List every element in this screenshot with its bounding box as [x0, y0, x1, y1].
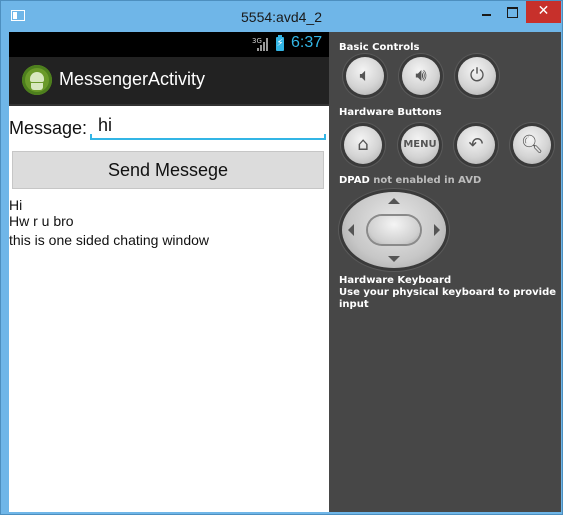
emulator-window: 5554:avd4_2 ✕ 3G 6:37 MessengerActivity …	[0, 0, 563, 515]
back-icon: ↶	[468, 134, 484, 155]
message-label: Message:	[9, 118, 88, 138]
hardware-keyboard-note: Use your physical keyboard to provide in…	[339, 287, 557, 310]
dpad-down-icon[interactable]	[388, 256, 400, 262]
dpad-note: not enabled in AVD	[373, 175, 482, 186]
chat-line: this is one sided chating window	[9, 232, 210, 248]
battery-icon	[276, 35, 284, 51]
menu-button[interactable]: MENU	[401, 126, 439, 164]
input-underline-right	[324, 134, 326, 140]
status-time: 6:37	[291, 34, 323, 51]
power-button[interactable]: ⏻	[458, 57, 496, 95]
back-button[interactable]: ↶	[457, 126, 495, 164]
volume-up-icon: 🔊︎	[415, 65, 427, 86]
close-button[interactable]: ✕	[526, 1, 561, 23]
signal-icon	[257, 37, 269, 51]
volume-down-button[interactable]: 🔈︎	[346, 57, 384, 95]
home-icon: ⌂	[357, 134, 369, 155]
android-app-icon[interactable]	[22, 65, 52, 95]
message-input[interactable]	[90, 112, 326, 140]
send-message-button[interactable]: Send Messege	[12, 151, 324, 189]
search-icon: 🔍︎	[520, 134, 544, 155]
close-icon: ✕	[537, 3, 550, 19]
chat-line: Hw r u bro	[9, 213, 74, 229]
search-button[interactable]: 🔍︎	[513, 126, 551, 164]
power-icon: ⏻	[469, 65, 485, 86]
dpad-left-icon[interactable]	[348, 224, 354, 236]
device-screen: 3G 6:37 MessengerActivity Message: Send …	[9, 32, 329, 512]
action-bar: MessengerActivity	[9, 57, 329, 106]
home-button[interactable]: ⌂	[344, 126, 382, 164]
volume-down-icon: 🔈︎	[359, 65, 371, 86]
status-bar: 3G 6:37	[9, 32, 329, 57]
dpad-right-icon[interactable]	[434, 224, 440, 236]
section-basic-controls: Basic Controls	[339, 42, 420, 53]
dpad[interactable]	[342, 192, 446, 268]
hardware-keyboard-info: Hardware Keyboard Use your physical keyb…	[339, 275, 561, 311]
dpad-title: DPAD	[339, 175, 370, 186]
section-hardware-buttons: Hardware Buttons	[339, 107, 442, 118]
maximize-button[interactable]	[499, 1, 526, 23]
dpad-center-button[interactable]	[368, 216, 420, 244]
hardware-keyboard-title: Hardware Keyboard	[339, 275, 452, 286]
section-dpad: DPAD not enabled in AVD	[339, 175, 481, 186]
emulator-controls-panel: Basic Controls 🔈︎ 🔊︎ ⏻ Hardware Buttons …	[329, 32, 561, 512]
title-bar[interactable]: 5554:avd4_2 ✕	[1, 1, 562, 31]
minimize-button[interactable]	[473, 1, 499, 23]
app-title: MessengerActivity	[59, 69, 206, 89]
menu-label: MENU	[403, 139, 437, 150]
input-underline-left	[90, 134, 92, 140]
chat-line: Hi	[9, 197, 23, 213]
volume-up-button[interactable]: 🔊︎	[402, 57, 440, 95]
dpad-up-icon[interactable]	[388, 198, 400, 204]
